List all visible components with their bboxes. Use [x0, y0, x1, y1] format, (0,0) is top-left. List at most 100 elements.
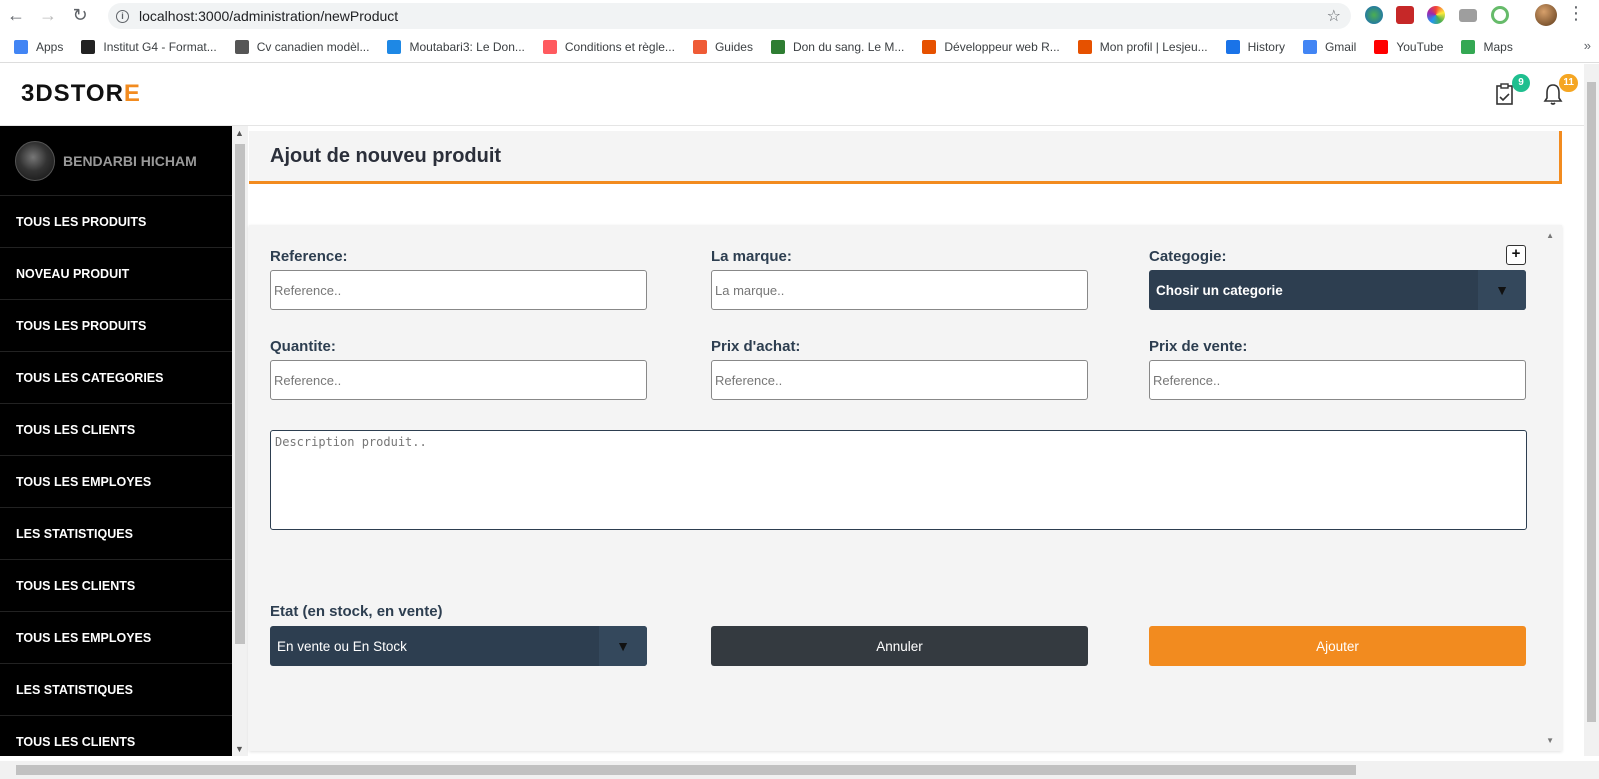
bookmark-label: History [1247, 39, 1285, 54]
bookmark-item[interactable]: Gmail [1302, 39, 1357, 54]
caret-down-icon: ▼ [599, 626, 647, 666]
page-horizontal-scrollbar[interactable] [0, 761, 1599, 779]
scroll-up-arrow-icon[interactable]: ▲ [235, 128, 244, 138]
bookmark-label: Moutabari3: Le Don... [409, 39, 525, 54]
bookmark-label: Développeur web R... [944, 39, 1060, 54]
cancel-button[interactable]: Annuler [711, 626, 1088, 666]
extension-globe-icon[interactable] [1365, 6, 1383, 24]
add-category-button[interactable]: + [1506, 245, 1526, 265]
sidebar-item[interactable]: TOUS LES EMPLOYES [0, 456, 232, 508]
maps-icon [1461, 39, 1476, 54]
bookmarks-overflow-icon[interactable]: » [1584, 38, 1591, 53]
bookmark-label: Don du sang. Le M... [792, 39, 905, 54]
g4-icon [81, 39, 96, 54]
logo-accent-letter: E [123, 80, 141, 107]
bookmark-label: Gmail [1324, 39, 1357, 54]
bookmark-label: Cv canadien modèl... [256, 39, 370, 54]
bookmark-item[interactable]: History [1225, 39, 1285, 54]
sidebar-item[interactable]: TOUS LES CLIENTS [0, 404, 232, 456]
user-profile[interactable]: BENDARBI HICHAM [0, 126, 232, 196]
sidebar-item[interactable]: NOVEAU PRODUIT [0, 248, 232, 300]
reference-input[interactable] [270, 270, 647, 310]
bookmark-label: Conditions et règle... [564, 39, 675, 54]
panel-scroll-down-icon[interactable]: ▼ [1546, 736, 1554, 745]
sidebar-scrollbar-thumb[interactable] [235, 144, 245, 644]
info-icon[interactable]: i [116, 9, 129, 23]
extension-color-wheel-icon[interactable] [1427, 6, 1445, 24]
sidebar-item[interactable]: TOUS LES EMPLOYES [0, 612, 232, 664]
bookmark-item[interactable]: YouTube [1374, 39, 1444, 54]
category-label: Categogie: [1149, 248, 1227, 265]
google-icon [1302, 39, 1317, 54]
orders-icon[interactable]: 9 [1494, 74, 1530, 108]
bookmark-item[interactable]: Conditions et règle... [542, 39, 675, 54]
caret-down-icon: ▼ [1478, 270, 1526, 310]
bookmark-item[interactable]: Développeur web R... [922, 39, 1060, 54]
camera-icon[interactable] [1459, 9, 1477, 22]
reload-icon[interactable]: ↻ [64, 0, 96, 31]
store-logo[interactable]: 3DSTORE [21, 80, 141, 108]
browser-menu-icon[interactable]: ⋮ [1567, 3, 1585, 24]
category-select-value: Chosir un categorie [1156, 282, 1283, 298]
new-product-form: ▲ ▼ Reference: La marque: Categogie: + C… [249, 225, 1562, 751]
bookmark-item[interactable]: Apps [14, 39, 64, 54]
purchase-price-input[interactable] [711, 360, 1088, 400]
extension-red-icon[interactable] [1396, 6, 1414, 24]
page-vertical-scrollbar-thumb[interactable] [1587, 82, 1596, 722]
sidebar-item[interactable]: LES STATISTIQUES [0, 508, 232, 560]
youtube-icon [1374, 39, 1389, 54]
e-icon [770, 39, 785, 54]
sidebar-item[interactable]: TOUS LES CLIENTS [0, 560, 232, 612]
page-title-card: Ajout de nouveu produit [249, 131, 1562, 184]
description-textarea[interactable] [270, 430, 1527, 530]
avatar [15, 140, 55, 181]
guides-icon [692, 39, 707, 54]
orders-badge: 9 [1512, 74, 1530, 92]
bookmark-label: Apps [36, 39, 64, 54]
bookmark-item[interactable]: Don du sang. Le M... [770, 39, 905, 54]
airbnb-icon [542, 39, 557, 54]
state-label: Etat (en stock, en vente) [270, 603, 443, 620]
bookmark-item[interactable]: Institut G4 - Format... [81, 39, 217, 54]
quantity-input[interactable] [270, 360, 647, 400]
sidebar-item[interactable]: TOUS LES CATEGORIES [0, 352, 232, 404]
notifications-icon[interactable]: 11 [1542, 74, 1578, 108]
category-select[interactable]: Chosir un categorie ▼ [1149, 270, 1526, 310]
brand-input[interactable] [711, 270, 1088, 310]
browser-toolbar: ← → ↻ i localhost:3000/administration/ne… [0, 0, 1599, 31]
react-icon [387, 39, 402, 54]
bookmark-item[interactable]: Moutabari3: Le Don... [387, 39, 525, 54]
page-vertical-scrollbar[interactable] [1584, 64, 1599, 756]
bookmark-item[interactable]: Mon profil | Lesjeu... [1077, 39, 1208, 54]
profile-avatar-icon[interactable] [1535, 4, 1557, 26]
sidebar-item[interactable]: TOUS LES PRODUITS [0, 300, 232, 352]
notifications-badge: 11 [1559, 74, 1578, 92]
bookmark-label: Institut G4 - Format... [103, 39, 217, 54]
page-title: Ajout de nouveu produit [270, 145, 502, 167]
logo-text: 3DSTOR [21, 80, 124, 107]
scroll-down-arrow-icon[interactable]: ▼ [235, 744, 244, 754]
sale-price-input[interactable] [1149, 360, 1526, 400]
forward-arrow-icon[interactable]: → [32, 0, 64, 31]
sidebar-scrollbar[interactable]: ▲ ▼ [232, 126, 248, 756]
state-select[interactable]: En vente ou En Stock ▼ [270, 626, 647, 666]
state-select-value: En vente ou En Stock [277, 638, 407, 654]
sidebar-item[interactable]: TOUS LES PRODUITS [0, 196, 232, 248]
panel-scroll-up-icon[interactable]: ▲ [1546, 231, 1554, 240]
bookmark-item[interactable]: Guides [692, 39, 753, 54]
sidebar-item[interactable]: TOUS LES CLIENTS [0, 716, 232, 756]
history-icon [1225, 39, 1240, 54]
bookmark-label: YouTube [1396, 39, 1444, 54]
extension-circle-icon[interactable] [1491, 6, 1509, 24]
bookmark-item[interactable]: Maps [1461, 39, 1513, 54]
bookmark-star-icon[interactable]: ☆ [1327, 6, 1341, 26]
user-name: BENDARBI HICHAM [63, 152, 197, 169]
add-product-button[interactable]: Ajouter [1149, 626, 1526, 666]
back-arrow-icon[interactable]: ← [0, 0, 32, 31]
bookmark-item[interactable]: Cv canadien modèl... [234, 39, 370, 54]
sidebar-item[interactable]: LES STATISTIQUES [0, 664, 232, 716]
bookmarks-bar: Apps Institut G4 - Format... Cv canadien m… [0, 31, 1599, 63]
lesjeudis-icon [1077, 39, 1092, 54]
page-horizontal-scrollbar-thumb[interactable] [16, 765, 1356, 775]
address-bar[interactable]: i localhost:3000/administration/newProdu… [108, 3, 1351, 29]
